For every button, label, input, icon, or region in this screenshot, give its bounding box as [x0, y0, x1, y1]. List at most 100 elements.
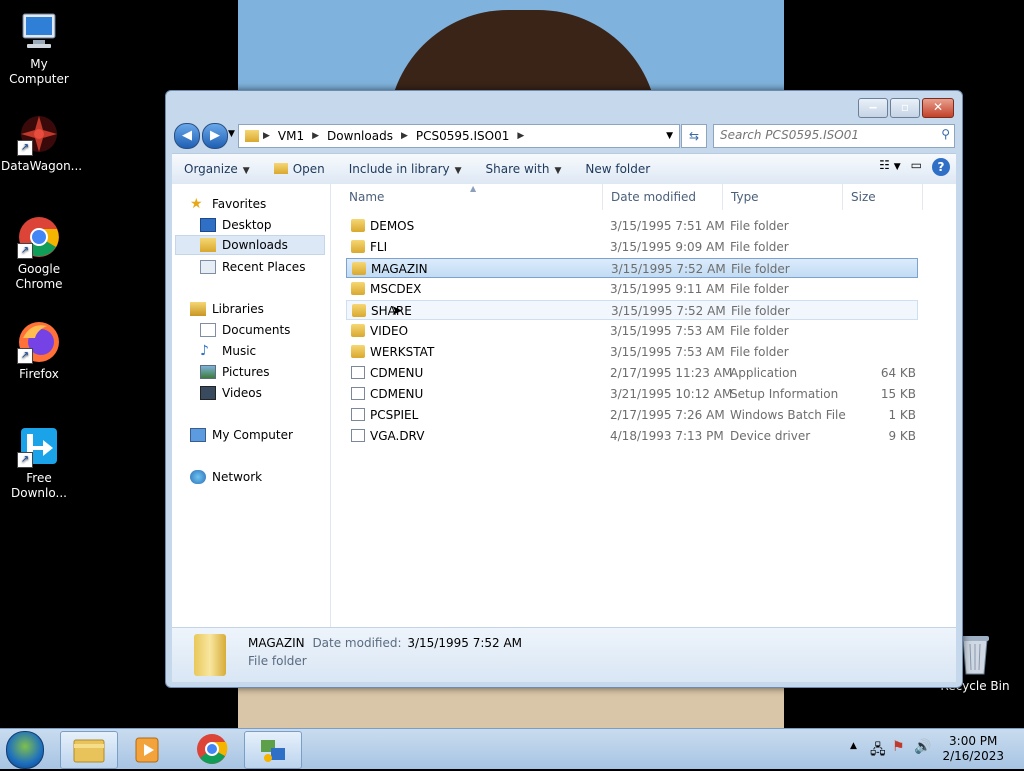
title-bar[interactable]: ‒ ▫ ✕ — [166, 91, 962, 121]
nav-pictures[interactable]: Pictures — [200, 362, 270, 382]
network-globe-icon — [190, 470, 206, 484]
dropdown-arrow-icon: ▼ — [554, 166, 562, 176]
file-row[interactable]: DEMOS 3/15/1995 7:51 AM File folder — [346, 216, 918, 236]
shortcut-arrow-icon: ↗ — [17, 140, 33, 156]
start-button[interactable] — [6, 731, 44, 769]
column-header-size[interactable]: Size — [843, 184, 923, 210]
chrome-icon: ↗ — [17, 215, 61, 259]
file-date: 3/21/1995 10:12 AM — [610, 387, 733, 401]
file-list-pane[interactable]: ▲ Name Date modified Type Size DEMOS 3/1… — [331, 184, 956, 627]
nav-recent-places[interactable]: Recent Places — [200, 257, 305, 277]
navigation-pane[interactable]: ★ Favorites Desktop Downloads Recent Plac… — [172, 184, 331, 627]
nav-downloads[interactable]: Downloads — [175, 235, 325, 255]
nav-network[interactable]: Network — [190, 467, 262, 487]
breadcrumb-chevron-icon[interactable]: ▶ — [397, 131, 412, 141]
nav-favorites[interactable]: ★ Favorites — [190, 194, 266, 214]
desktop-icon-free-download[interactable]: ↗ Free Downlo... — [1, 424, 77, 501]
action-center-flag-icon[interactable]: ⚑ — [892, 739, 905, 755]
file-row[interactable]: VIDEO 3/15/1995 7:53 AM File folder — [346, 321, 918, 341]
file-row-hovered[interactable]: SHARE 3/15/1995 7:52 AM File folder — [346, 300, 918, 320]
open-button[interactable]: Open — [262, 162, 337, 176]
file-type: Device driver — [730, 429, 811, 443]
desktop-icon-chrome[interactable]: ↗ Google Chrome — [1, 215, 77, 292]
file-row[interactable]: WERKSTAT 3/15/1995 7:53 AM File folder — [346, 342, 918, 362]
minimize-button[interactable]: ‒ — [858, 98, 888, 118]
taskbar-chrome[interactable] — [184, 731, 240, 767]
dropdown-arrow-icon: ▼ — [893, 162, 901, 172]
include-in-library-button[interactable]: Include in library ▼ — [337, 162, 474, 176]
back-button[interactable]: ◀ — [174, 123, 200, 149]
taskbar-media-player[interactable] — [122, 731, 178, 767]
taskbar-network-app[interactable] — [244, 731, 302, 769]
file-name: VGA.DRV — [370, 429, 425, 443]
refresh-icon: ⇆ — [688, 129, 700, 143]
search-icon[interactable]: ⚲ — [941, 127, 950, 141]
desktop-icon-datawagon[interactable]: ↗ DataWagon... — [1, 112, 83, 174]
refresh-button[interactable]: ⇆ — [681, 124, 707, 148]
file-size: 9 KB — [888, 429, 916, 443]
maximize-button[interactable]: ▫ — [890, 98, 920, 118]
breadcrumb-downloads[interactable]: Downloads — [323, 129, 397, 143]
address-bar[interactable]: ▶ VM1 ▶ Downloads ▶ PCS0595.ISO01 ▶ ▼ — [238, 124, 680, 148]
nav-documents[interactable]: Documents — [200, 320, 290, 340]
change-view-button[interactable]: ☷ ▼ — [879, 158, 901, 176]
share-with-button[interactable]: Share with ▼ — [474, 162, 574, 176]
minimize-icon: ‒ — [868, 100, 878, 114]
breadcrumb-chevron-icon[interactable]: ▶ — [308, 131, 323, 141]
nav-my-computer[interactable]: My Computer — [190, 425, 293, 445]
folder-icon — [351, 324, 365, 337]
column-header-date-modified[interactable]: Date modified — [603, 184, 723, 210]
system-tray: ▲ 🖧 ⚑ 🔊 3:00 PM 2/16/2023 — [834, 729, 1024, 769]
search-input[interactable] — [714, 125, 936, 145]
recent-pages-dropdown[interactable]: ▼ — [228, 129, 235, 139]
file-row[interactable]: FLI 3/15/1995 9:09 AM File folder — [346, 237, 918, 257]
nav-music[interactable]: ♪ Music — [200, 341, 256, 361]
file-size: 15 KB — [880, 387, 916, 401]
desktop-icon-my-computer[interactable]: My Computer — [1, 10, 77, 87]
file-row[interactable]: CDMENU 2/17/1995 11:23 AM Application 64… — [346, 363, 918, 383]
details-type: File folder — [248, 654, 307, 668]
desktop-icon-firefox[interactable]: ↗ Firefox — [1, 320, 77, 382]
column-header-type[interactable]: Type — [723, 184, 843, 210]
file-name: FLI — [370, 240, 388, 254]
open-folder-icon — [273, 163, 288, 174]
breadcrumb-chevron-icon[interactable]: ▶ — [259, 131, 274, 141]
details-pane: MAGAZIN Date modified: 3/15/1995 7:52 AM… — [172, 627, 956, 682]
taskbar-explorer[interactable] — [60, 731, 118, 769]
file-row[interactable]: PCSPIEL 2/17/1995 7:26 AM Windows Batch … — [346, 405, 918, 425]
nav-desktop[interactable]: Desktop — [200, 215, 272, 235]
file-date: 2/17/1995 11:23 AM — [610, 366, 733, 380]
volume-icon[interactable]: 🔊 — [914, 739, 931, 755]
breadcrumb-vm1[interactable]: VM1 — [274, 129, 308, 143]
help-button[interactable]: ? — [932, 158, 950, 176]
breadcrumb-current-folder[interactable]: PCS0595.ISO01 — [412, 129, 513, 143]
breadcrumb-chevron-icon[interactable]: ▶ — [513, 131, 528, 141]
address-dropdown-icon[interactable]: ▼ — [666, 131, 673, 141]
forward-button[interactable]: ▶ — [202, 123, 228, 149]
nav-label: Favorites — [212, 197, 267, 211]
close-button[interactable]: ✕ — [922, 98, 954, 118]
clock[interactable]: 3:00 PM 2/16/2023 — [942, 734, 1004, 764]
file-row[interactable]: MSCDEX 3/15/1995 9:11 AM File folder — [346, 279, 918, 299]
file-row-selected[interactable]: MAGAZIN 3/15/1995 7:52 AM File folder — [346, 258, 918, 278]
recent-places-icon — [200, 260, 216, 274]
organize-button[interactable]: Organize ▼ — [172, 162, 262, 176]
device-driver-icon — [351, 429, 365, 442]
nav-libraries[interactable]: Libraries — [190, 299, 264, 319]
explorer-window[interactable]: ‒ ▫ ✕ ◀ ▶ ▼ ▶ VM1 ▶ Downloads ▶ PCS0595.… — [165, 90, 963, 688]
file-row[interactable]: VGA.DRV 4/18/1993 7:13 PM Device driver … — [346, 426, 918, 446]
open-label: Open — [292, 162, 325, 176]
new-folder-button[interactable]: New folder — [573, 162, 662, 176]
network-status-icon[interactable]: 🖧 — [870, 739, 886, 763]
show-hidden-icons-button[interactable]: ▲ — [850, 741, 857, 751]
file-type: File folder — [730, 345, 789, 359]
column-header-name[interactable]: Name — [341, 184, 603, 210]
nav-videos[interactable]: Videos — [200, 383, 262, 403]
desktop-icon-label: DataWagon... — [1, 159, 83, 173]
nav-label: Libraries — [212, 302, 264, 316]
downloads-folder-icon — [200, 238, 216, 252]
search-box[interactable]: ⚲ — [713, 124, 955, 148]
preview-pane-button[interactable]: ▭ — [911, 158, 922, 176]
file-row[interactable]: CDMENU 3/21/1995 10:12 AM Setup Informat… — [346, 384, 918, 404]
file-type: File folder — [731, 262, 790, 276]
